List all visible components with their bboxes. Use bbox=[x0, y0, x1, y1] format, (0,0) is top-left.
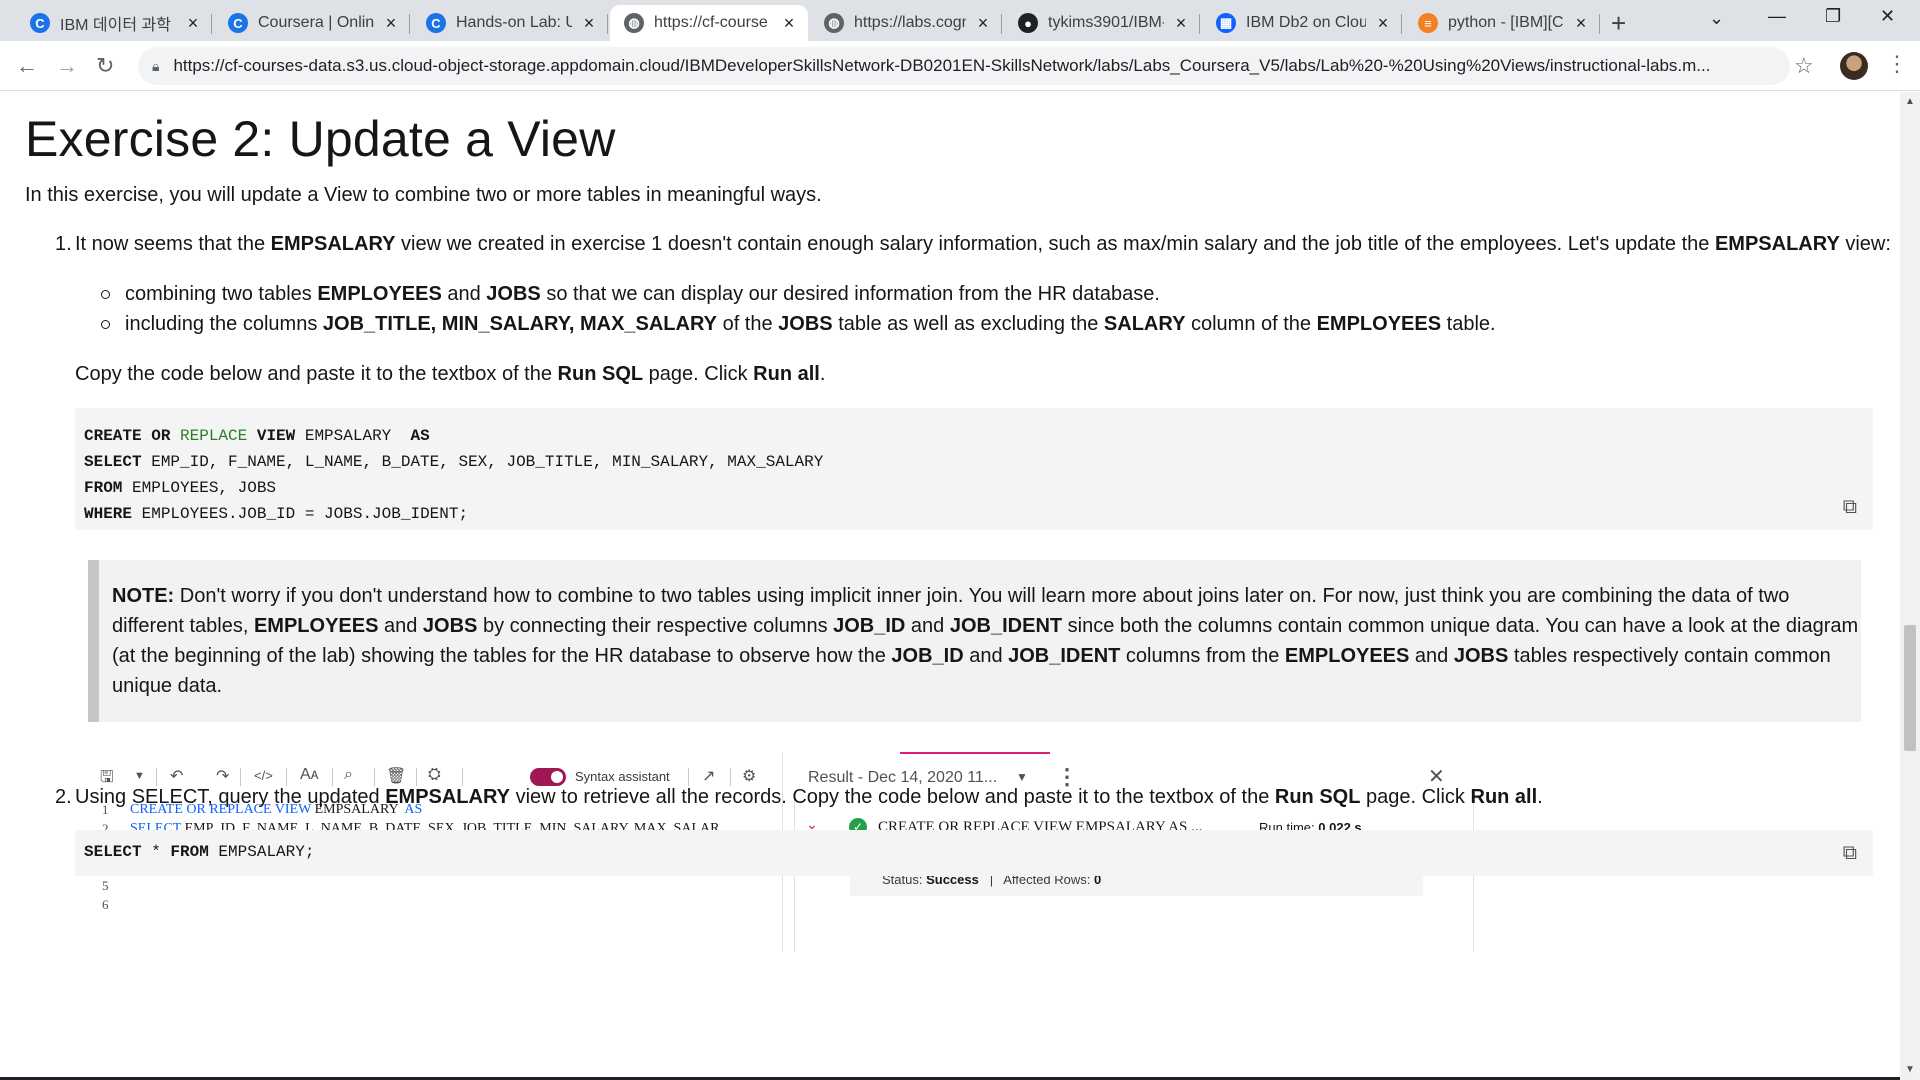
syntax-assistant-toggle bbox=[530, 768, 566, 786]
browser-tab[interactable]: C Coursera | Online × bbox=[214, 5, 410, 41]
tab-close-icon[interactable]: × bbox=[1374, 13, 1392, 34]
tab-strip: C IBM 데이터 과학 × C Coursera | Online × C Hands-on… bbox=[0, 0, 1920, 41]
github-icon: ● bbox=[1018, 13, 1038, 33]
browser-tab[interactable]: ● tykims3901/IBM- × bbox=[1004, 5, 1200, 41]
code-block-1[interactable]: CREATE OR REPLACE VIEW EMPSALARY AS SELE… bbox=[75, 408, 1873, 530]
minimize-icon[interactable]: — bbox=[1768, 6, 1786, 27]
forward-arrow-icon[interactable]: → bbox=[56, 53, 78, 79]
browser-tab[interactable]: ◍ https://labs.cogn × bbox=[810, 5, 1002, 41]
globe-icon: ◍ bbox=[824, 13, 844, 33]
settings-gear-icon: ⚙ bbox=[742, 768, 757, 785]
tab-label: python - [IBM][C bbox=[1448, 14, 1564, 31]
tab-label: Hands-on Lab: U bbox=[456, 14, 572, 31]
undo-icon: ↶ bbox=[170, 768, 184, 785]
editor-line: 5 bbox=[88, 878, 778, 896]
editor-line: 6 bbox=[88, 897, 778, 915]
tab-close-icon[interactable]: × bbox=[974, 13, 992, 34]
code-line: WHERE EMPLOYEES.JOB_ID = JOBS.JOB_IDENT; bbox=[84, 505, 469, 523]
line-number: 5 bbox=[102, 878, 109, 893]
page-content: Exercise 2: Update a View In this exerci… bbox=[0, 92, 1900, 1080]
bookmark-star-icon[interactable]: ☆ bbox=[1794, 53, 1814, 79]
step-1-text: It now seems that the EMPSALARY view we … bbox=[75, 233, 1891, 255]
bullet-item: combining two tables EMPLOYEES and JOBS … bbox=[101, 283, 1160, 306]
tab-label: tykims3901/IBM- bbox=[1048, 14, 1164, 31]
line-number: 6 bbox=[102, 897, 109, 912]
chevron-down-icon: ▼ bbox=[134, 770, 145, 782]
tab-label: Coursera | Online bbox=[258, 14, 374, 31]
note-line: unique data. bbox=[112, 675, 223, 697]
tab-label: IBM Db2 on Clou bbox=[1246, 14, 1366, 31]
scroll-up-icon[interactable]: ▲ bbox=[1905, 96, 1915, 107]
tab-close-icon[interactable]: × bbox=[1172, 13, 1190, 34]
code-line: SELECT EMP_ID, F_NAME, L_NAME, B_DATE, S… bbox=[84, 453, 824, 471]
step-1-number: 1. bbox=[55, 233, 72, 255]
code-line: FROM EMPLOYEES, JOBS bbox=[84, 479, 277, 497]
stackoverflow-icon: ≡ bbox=[1418, 13, 1438, 33]
tab-label: https://labs.cogn bbox=[854, 14, 966, 31]
code-line: SELECT * FROM EMPSALARY; bbox=[84, 843, 315, 861]
redo-icon: ↷ bbox=[216, 768, 230, 785]
step-2-number: 2. bbox=[55, 786, 72, 808]
tab-label: IBM 데이터 과학 bbox=[60, 17, 171, 34]
copy-instruction-1: Copy the code below and paste it to the … bbox=[75, 363, 826, 385]
diagram-icon: ⛭ bbox=[428, 766, 441, 783]
bullet-item: including the columns JOB_TITLE, MIN_SAL… bbox=[101, 313, 1496, 336]
tab-close-icon[interactable]: × bbox=[184, 13, 202, 34]
coursera-icon: C bbox=[30, 13, 50, 33]
browser-tab[interactable]: C Hands-on Lab: U × bbox=[412, 5, 608, 41]
note-callout: NOTE: Don't worry if you don't understan… bbox=[88, 560, 1861, 722]
scroll-down-icon[interactable]: ▼ bbox=[1905, 1064, 1915, 1075]
page-scrollbar[interactable] bbox=[1900, 92, 1920, 1080]
new-tab-plus-icon[interactable]: + bbox=[1611, 8, 1626, 39]
url-text[interactable]: https://cf-courses-data.s3.us.cloud-obje… bbox=[173, 56, 1753, 76]
reload-icon[interactable]: ↻ bbox=[96, 53, 114, 79]
address-bar[interactable]: 🔒︎ https://cf-courses-data.s3.us.cloud-o… bbox=[138, 47, 1790, 85]
sql-editor: 1 CREATE OR REPLACE VIEW EMPSALARY AS 2 SEL… bbox=[88, 802, 778, 952]
coursera-icon: C bbox=[426, 13, 446, 33]
browser-tab[interactable]: ▦ IBM Db2 on Clou × bbox=[1202, 5, 1402, 41]
intro-text: In this exercise, you will update a View… bbox=[25, 184, 822, 206]
tab-close-icon[interactable]: × bbox=[580, 13, 598, 34]
result-dropdown-icon: ▼ bbox=[1016, 770, 1028, 784]
tab-close-icon[interactable]: × bbox=[1572, 13, 1590, 34]
copy-code-icon[interactable]: ⧉ bbox=[1843, 496, 1857, 520]
db2-icon: ▦ bbox=[1216, 13, 1236, 33]
font-size-icon: Aᴀ bbox=[300, 766, 319, 783]
lock-icon: 🔒︎ bbox=[152, 57, 160, 74]
profile-avatar[interactable] bbox=[1840, 52, 1868, 80]
code-line: CREATE OR REPLACE VIEW EMPSALARY AS bbox=[84, 427, 430, 445]
scrollbar-thumb[interactable] bbox=[1904, 625, 1916, 751]
tab-label: https://cf-course bbox=[654, 14, 768, 31]
trash-icon: 🗑︎ bbox=[386, 768, 407, 785]
close-window-icon[interactable]: ✕ bbox=[1880, 6, 1895, 27]
tab-close-icon[interactable]: × bbox=[382, 13, 400, 34]
back-arrow-icon[interactable]: ← bbox=[16, 53, 38, 79]
export-icon: ↗ bbox=[702, 768, 716, 785]
tab-close-icon[interactable]: × bbox=[780, 13, 798, 34]
browser-tab[interactable]: ≡ python - [IBM][C × bbox=[1404, 5, 1600, 41]
syntax-assistant-label: Syntax assistant bbox=[575, 769, 670, 784]
code-block-2[interactable]: SELECT * FROM EMPSALARY; ⧉ bbox=[75, 830, 1873, 876]
restore-icon[interactable]: ❐ bbox=[1825, 6, 1841, 27]
menu-kebab-icon[interactable]: ⋮ bbox=[1886, 51, 1908, 77]
browser-tab[interactable]: ◍ https://cf-course × bbox=[610, 5, 808, 41]
coursera-icon: C bbox=[228, 13, 248, 33]
page-title: Exercise 2: Update a View bbox=[25, 111, 616, 167]
note-line: NOTE: Don't worry if you don't understan… bbox=[112, 585, 1790, 607]
copy-code-icon[interactable]: ⧉ bbox=[1843, 842, 1857, 866]
browser-toolbar: ← → ↻ 🔒︎ https://cf-courses-data.s3.us.c… bbox=[0, 41, 1920, 91]
tab-search-icon[interactable]: ⌄ bbox=[1709, 8, 1724, 29]
globe-icon: ◍ bbox=[624, 13, 644, 33]
find-icon: ⌕ bbox=[344, 766, 353, 783]
browser-tab[interactable]: C IBM 데이터 과학 × bbox=[16, 5, 212, 41]
step-2-text: Using SELECT, query the updated EMPSALAR… bbox=[75, 786, 1543, 808]
code-icon: </> bbox=[254, 768, 273, 783]
result-title: Result - Dec 14, 2020 11... bbox=[808, 769, 998, 786]
note-line: different tables, EMPLOYEES and JOBS by … bbox=[112, 615, 1859, 637]
note-line: (at the beginning of the lab) showing th… bbox=[112, 645, 1831, 667]
